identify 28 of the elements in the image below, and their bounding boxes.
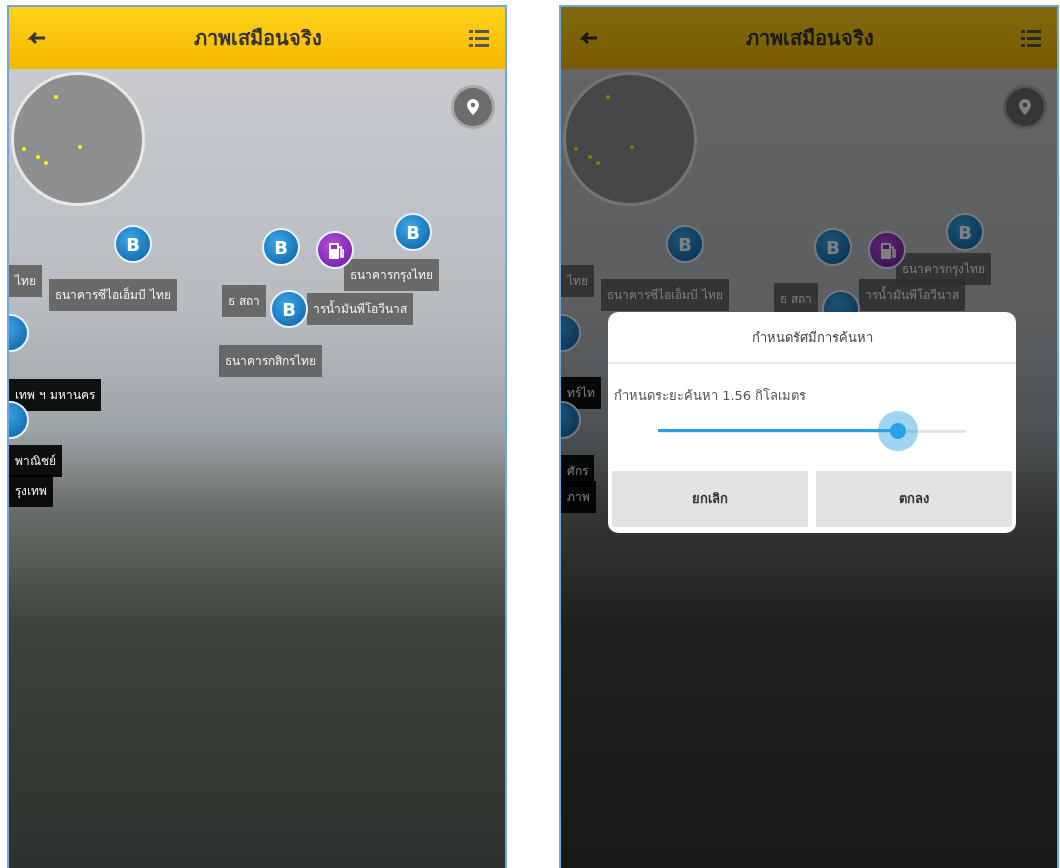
place-label[interactable]: ารน้ำมันพีโอวีนาส <box>859 279 965 311</box>
screen-title: ภาพเสมือนจริง <box>194 25 322 52</box>
place-label[interactable]: ทร์ไท <box>561 377 601 409</box>
place-label[interactable]: ธนาคารกรุงไทย <box>344 259 439 291</box>
place-label[interactable]: ธนาคารซีไอเอ็มบี ไทย <box>49 279 177 311</box>
screen-title: ภาพเสมือนจริง <box>746 25 874 52</box>
place-label[interactable]: ภาพ <box>561 481 596 513</box>
place-label[interactable]: รุงเทพ <box>9 475 53 507</box>
fuel-pump-icon <box>326 240 344 260</box>
place-label[interactable]: ธนาคารกสิกรไทย <box>219 345 322 377</box>
list-menu-icon[interactable] <box>1021 27 1041 49</box>
place-label[interactable]: ไทย <box>9 265 42 297</box>
place-label[interactable]: ารน้ำมันพีโอวีนาส <box>307 293 413 325</box>
list-menu-icon[interactable] <box>469 27 489 49</box>
place-label[interactable]: ไทย <box>561 265 594 297</box>
place-label[interactable]: ธ สถา <box>222 285 266 317</box>
map-pin-icon <box>1018 98 1032 116</box>
place-label[interactable]: เทพ ฯ มหานคร <box>9 379 101 411</box>
ok-button[interactable]: ตกลง <box>816 471 1012 527</box>
slider-thumb[interactable] <box>878 411 919 451</box>
fuel-pump-icon <box>878 240 896 260</box>
place-label[interactable]: ธนาคารซีไอเอ็มบี ไทย <box>601 279 729 311</box>
cancel-button[interactable]: ยกเลิก <box>612 471 808 527</box>
dialog-title: กำหนดรัศมีการค้นหา <box>608 312 1016 364</box>
map-pin-icon <box>466 98 480 116</box>
dialog-message: กำหนดระยะค้นหา 1.56 กิโลเมตร <box>613 386 808 405</box>
place-label[interactable]: พาณิชย์ <box>9 445 62 477</box>
place-label[interactable]: ธ สถา <box>774 283 818 315</box>
